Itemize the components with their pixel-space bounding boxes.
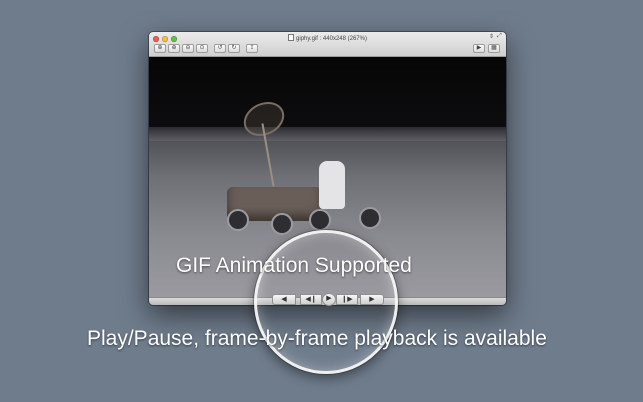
share-icon[interactable]: ⇪ [246,44,258,53]
rover-wheel [359,207,381,229]
grid-view-icon[interactable]: ▦ [488,44,500,53]
window-title-text: giphy.gif : 440x248 (267%) [296,36,367,42]
feature-caption: GIF Animation Supported [176,254,412,277]
zoom-in-icon[interactable]: ⊕ [168,44,180,53]
zoom-out-icon[interactable]: ⊖ [182,44,194,53]
rotate-left-icon[interactable]: ↺ [214,44,226,53]
rover-wheel [271,213,293,235]
fullscreen-icon[interactable]: ⤢ [497,33,502,40]
lunar-horizon [149,127,506,141]
document-icon [288,34,295,41]
zoom-actual-size-icon[interactable]: ⊕ [154,44,166,53]
magnifier-lens [254,230,398,374]
rotate-right-icon[interactable]: ↻ [228,44,240,53]
rover-wheel [309,209,331,231]
description-caption: Play/Pause, frame-by-frame playback is a… [87,327,547,350]
title-bar[interactable]: giphy.gif : 440x248 (267%) ⇕ ⤢ ⊕ ⊕ ⊖ ⊙ ↺… [149,32,506,57]
zoom-to-fit-icon[interactable]: ⊙ [196,44,208,53]
window-title: giphy.gif : 440x248 (267%) [149,34,506,42]
slideshow-icon[interactable]: ▶ [473,44,485,53]
arrows-icon[interactable]: ⇕ [489,33,494,40]
rover-wheel [227,209,249,231]
astronaut [319,161,345,209]
